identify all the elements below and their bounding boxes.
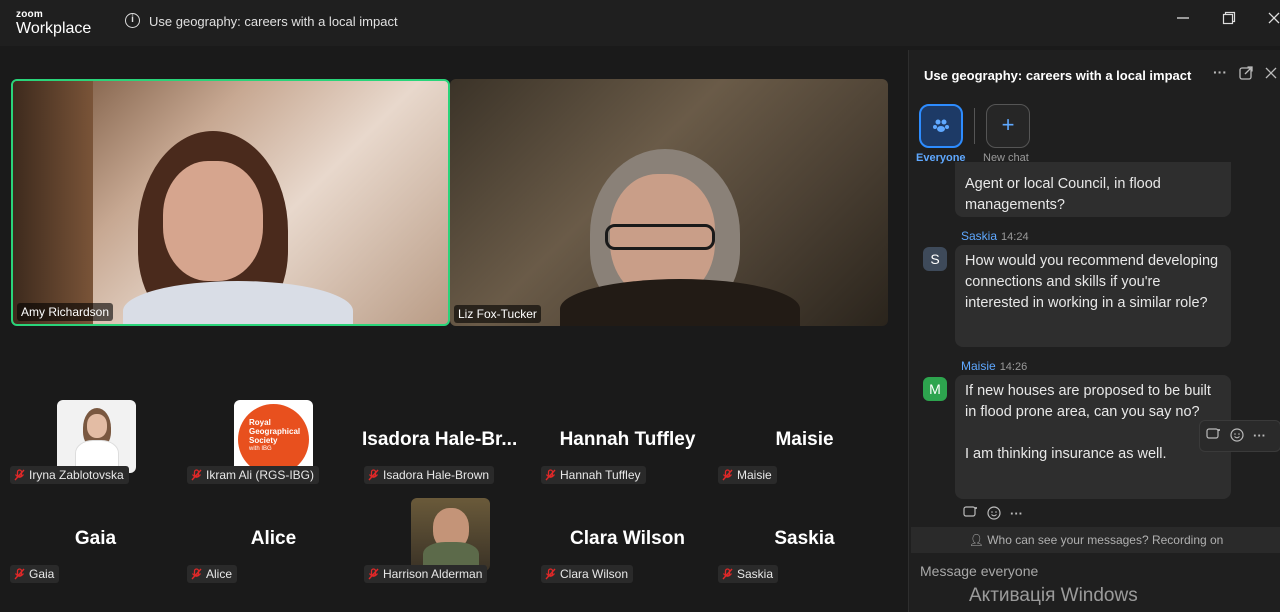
chat-bubble: How would you recommend developing conne… <box>955 245 1231 347</box>
windows-activation-watermark: Активація Windows <box>969 585 1138 606</box>
mic-off-icon <box>368 568 379 580</box>
message-actions: ··· <box>963 506 1023 523</box>
message-sender: Saskia 14:24 <box>961 229 1029 243</box>
close-chat-icon[interactable] <box>1265 66 1277 82</box>
chat-bubble-prev: Agent or local Council, in flood managem… <box>955 162 1231 217</box>
participant-label: Ikram Ali (RGS-IBG) <box>187 466 320 484</box>
message-hover-toolbar: ··· <box>1199 420 1280 452</box>
mic-off-icon <box>545 469 556 481</box>
chat-bubble: If new houses are proposed to be built i… <box>955 375 1231 499</box>
mic-off-icon <box>191 469 202 481</box>
participant-display-name: Clara Wilson <box>570 528 685 549</box>
tab-everyone[interactable] <box>919 104 963 148</box>
mic-off-icon <box>368 469 379 481</box>
participant-label: Alice <box>187 565 238 583</box>
restore-icon[interactable] <box>1217 10 1241 34</box>
new-chat-button[interactable]: + <box>986 104 1030 148</box>
participant-label: Iryna Zablotovska <box>10 466 129 484</box>
participant-display-name: Alice <box>250 528 297 549</box>
chat-title: Use geography: careers with a local impa… <box>924 68 1192 83</box>
mic-off-icon <box>191 568 202 580</box>
message-sender: Maisie 14:26 <box>961 359 1028 373</box>
avatar: S <box>923 247 947 271</box>
privacy-notice[interactable]: 👤︎ Who can see your messages? Recording … <box>911 527 1280 553</box>
brand-bottom: Workplace <box>16 20 92 37</box>
pop-out-icon[interactable] <box>1239 66 1253 83</box>
participant-thumb-harrison <box>411 498 490 571</box>
more-options-icon[interactable]: ··· <box>1213 64 1227 80</box>
participant-label: Isadora Hale-Brown <box>364 466 495 484</box>
more-icon[interactable]: ··· <box>1253 428 1266 444</box>
reply-icon[interactable] <box>1206 428 1221 444</box>
participant-display-name: Maisie <box>775 429 834 450</box>
meeting-title: Use geography: careers with a local impa… <box>149 14 398 29</box>
video-tile-amy[interactable]: Amy Richardson <box>11 79 450 326</box>
video-tile-liz[interactable]: Liz Fox-Tucker <box>450 79 888 326</box>
rgs-logo: Royal Geographical Society with IBG <box>238 404 309 473</box>
mic-off-icon <box>14 469 25 481</box>
participant-label: Hannah Tuffley <box>541 466 646 484</box>
glasses-shape <box>605 224 715 250</box>
plus-icon: + <box>1001 112 1015 137</box>
title-bar: zoom Workplace i Use geography: careers … <box>0 0 1280 46</box>
person-icon: 👤︎ <box>968 533 984 547</box>
bookshelf-bg <box>13 81 93 324</box>
brand-top: zoom <box>16 9 43 20</box>
participant-thumb-ikram: Royal Geographical Society with IBG <box>234 400 313 473</box>
participant-display-name: Hannah Tuffley <box>559 429 696 450</box>
message-input[interactable]: Message everyone <box>920 563 1038 579</box>
tab-divider <box>974 108 975 144</box>
participant-display-name: Saskia <box>774 528 835 549</box>
participant-thumb-iryna <box>57 400 136 473</box>
chat-panel: Use geography: careers with a local impa… <box>908 50 1280 612</box>
mic-off-icon <box>14 568 25 580</box>
mic-off-icon <box>545 568 556 580</box>
mic-off-icon <box>722 568 733 580</box>
video-stage: Amy Richardson Liz Fox-Tucker Royal Geog… <box>0 46 908 612</box>
emoji-icon[interactable] <box>1230 428 1244 444</box>
emoji-icon[interactable] <box>987 506 1001 523</box>
participant-label: Harrison Alderman <box>364 565 488 583</box>
reply-icon[interactable] <box>963 506 978 523</box>
info-icon[interactable]: i <box>125 13 140 28</box>
close-window-icon[interactable] <box>1262 10 1280 34</box>
participant-display-name: Isadora Hale-Br... <box>362 429 518 450</box>
participant-label: Gaia <box>10 565 60 583</box>
participant-label: Saskia <box>718 565 779 583</box>
top-shape <box>560 279 800 326</box>
zoom-logo: zoom Workplace <box>16 10 91 37</box>
participant-display-name: Gaia <box>74 528 117 549</box>
avatar: M <box>923 377 947 401</box>
people-icon <box>931 119 951 140</box>
more-icon[interactable]: ··· <box>1010 506 1023 523</box>
mic-off-icon <box>722 469 733 481</box>
participant-label: Maisie <box>718 466 777 484</box>
face-shape <box>163 161 263 281</box>
minimize-icon[interactable] <box>1171 10 1195 34</box>
speaker-name: Amy Richardson <box>17 303 114 321</box>
participant-label: Clara Wilson <box>541 565 634 583</box>
speaker-name: Liz Fox-Tucker <box>454 305 541 323</box>
